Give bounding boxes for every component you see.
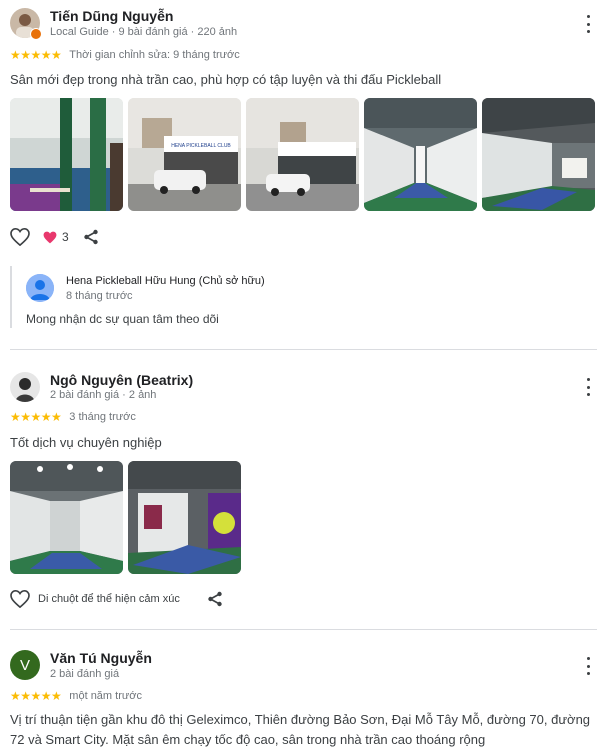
review-photo[interactable]: HENA PICKLEBALL CLUB bbox=[128, 98, 241, 211]
rating-row: ★★★★★ 3 tháng trước bbox=[10, 410, 136, 424]
review-text: Tốt dịch vụ chuyên nghiệp bbox=[10, 435, 162, 450]
reviewer-meta: 2 bài đánh giá · 2 ảnh bbox=[50, 389, 157, 401]
owner-avatar[interactable] bbox=[26, 274, 54, 302]
review-actions: Di chuột để thể hiện cảm xúc bbox=[10, 590, 223, 608]
more-options-icon[interactable] bbox=[583, 378, 593, 396]
review-photo[interactable] bbox=[364, 98, 477, 211]
share-icon[interactable] bbox=[83, 229, 99, 245]
review-time: 3 tháng trước bbox=[69, 411, 136, 423]
reviewer-meta: 2 bài đánh giá bbox=[50, 668, 120, 680]
review-photo[interactable] bbox=[128, 461, 241, 574]
reaction-count: 3 bbox=[62, 230, 69, 244]
review-photo[interactable] bbox=[246, 98, 359, 211]
owner-reply-text: Mong nhận dc sự quan tâm theo dõi bbox=[26, 312, 219, 326]
owner-reply-time: 8 tháng trước bbox=[66, 290, 133, 302]
reaction-heart-icon[interactable] bbox=[43, 231, 57, 244]
reviewer-avatar[interactable] bbox=[10, 372, 40, 402]
reviewer-meta: Local Guide · 9 bài đánh giá · 220 ảnh bbox=[50, 26, 238, 38]
photo-sign-text: HENA PICKLEBALL CLUB bbox=[171, 143, 231, 149]
review-card: V Văn Tú Nguyễn 2 bài đánh giá ★★★★★ một… bbox=[0, 630, 603, 753]
more-options-icon[interactable] bbox=[583, 15, 593, 33]
avatar-letter: V bbox=[19, 656, 30, 674]
star-rating: ★★★★★ bbox=[10, 410, 62, 424]
review-time: Thời gian chỉnh sửa: 9 tháng trước bbox=[69, 49, 240, 61]
review-photo[interactable] bbox=[10, 98, 123, 211]
star-rating: ★★★★★ bbox=[10, 48, 62, 62]
rating-row: ★★★★★ một năm trước bbox=[10, 689, 142, 703]
rating-row: ★★★★★ Thời gian chỉnh sửa: 9 tháng trước bbox=[10, 48, 240, 62]
react-hint: Di chuột để thể hiện cảm xúc bbox=[38, 593, 180, 605]
reviewer-name[interactable]: Văn Tú Nguyễn bbox=[50, 650, 152, 666]
more-options-icon[interactable] bbox=[583, 657, 593, 675]
review-text: Vị trí thuận tiện gần khu đô thị Gelexim… bbox=[10, 712, 591, 747]
owner-name[interactable]: Hena Pickleball Hữu Hung (Chủ sở hữu) bbox=[66, 275, 265, 287]
review-card: Tiến Dũng Nguyễn Local Guide · 9 bài đán… bbox=[0, 0, 603, 350]
reviewer-name[interactable]: Tiến Dũng Nguyễn bbox=[50, 8, 173, 24]
review-photo[interactable] bbox=[482, 98, 595, 211]
share-icon[interactable] bbox=[207, 591, 223, 607]
review-actions: 3 bbox=[10, 228, 99, 246]
like-icon[interactable] bbox=[10, 590, 30, 608]
reviewer-avatar[interactable]: V bbox=[10, 650, 40, 680]
review-card: Ngô Nguyên (Beatrix) 2 bài đánh giá · 2 … bbox=[0, 350, 603, 630]
reviewer-name[interactable]: Ngô Nguyên (Beatrix) bbox=[50, 372, 193, 388]
like-icon[interactable] bbox=[10, 228, 30, 246]
review-text: Sân mới đẹp trong nhà trần cao, phù hợp … bbox=[10, 72, 442, 87]
star-rating: ★★★★★ bbox=[10, 689, 62, 703]
review-photo[interactable] bbox=[10, 461, 123, 574]
owner-reply: Hena Pickleball Hữu Hung (Chủ sở hữu) 8 … bbox=[10, 266, 592, 328]
local-guide-badge-icon bbox=[30, 28, 42, 40]
review-time: một năm trước bbox=[69, 690, 142, 702]
